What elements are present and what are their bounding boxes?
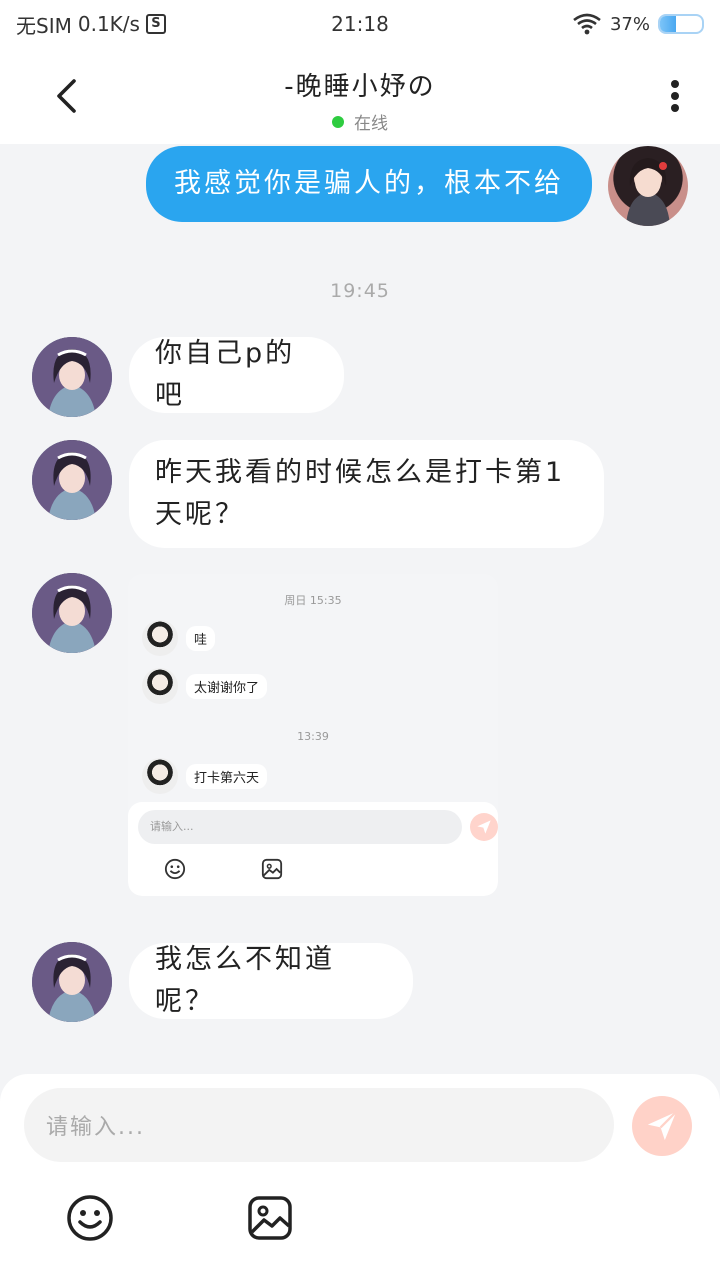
screenshot-row: 太谢谢你了 <box>142 668 268 704</box>
screenshot-avatar <box>142 620 178 656</box>
emoji-button[interactable] <box>66 1194 114 1242</box>
battery-percent: 37% <box>609 13 650 35</box>
contact-message-bubble[interactable]: 昨天我看的时候怎么是打卡第1 天呢？ <box>129 440 604 548</box>
screenshot-input: 请输入... <box>138 810 462 844</box>
contact-name: -晚睡小妤の <box>284 72 436 102</box>
avatar-image <box>32 942 112 1022</box>
send-button[interactable] <box>632 1096 692 1156</box>
screenshot-time: 周日 15:35 <box>284 594 342 607</box>
time-divider: 19:45 <box>330 280 390 302</box>
more-dot-icon <box>671 104 679 112</box>
battery-icon <box>658 14 704 34</box>
status-right: 37% <box>572 13 704 35</box>
screenshot-composer: 请输入... <box>128 802 498 896</box>
message-text: 我感觉你是骗人的，根本不给 <box>174 168 564 199</box>
avatar-image <box>626 158 670 226</box>
wifi-icon <box>573 13 601 35</box>
message-input[interactable]: 请输入... <box>24 1088 614 1162</box>
screenshot-smile-icon <box>164 858 186 880</box>
chat-area[interactable]: 我感觉你是骗人的，根本不给 19:45 你自己p的吧 昨天我看的时候怎么是打卡第… <box>0 144 720 1074</box>
avatar-image <box>32 440 112 520</box>
carrier-label: 无SIM <box>16 13 72 38</box>
screenshot-bubble: 打卡第六天 <box>186 763 268 789</box>
back-button[interactable] <box>44 72 88 120</box>
message-text: 你自己p的吧 <box>155 338 296 411</box>
my-avatar[interactable] <box>608 146 688 226</box>
message-composer: 请输入... <box>0 1074 720 1280</box>
message-text: 我怎么不知道呢？ <box>155 944 335 1017</box>
screenshot-row: 打卡第六天 <box>142 758 268 794</box>
input-placeholder: 请输入... <box>46 1115 145 1140</box>
contact-message-bubble[interactable]: 我怎么不知道呢？ <box>129 943 413 1019</box>
screenshot-send-icon <box>470 813 498 841</box>
online-status: 在线 <box>160 109 560 134</box>
contact-avatar[interactable] <box>32 942 112 1022</box>
send-icon <box>647 1111 677 1141</box>
network-speed: 0.1K/s <box>77 12 140 36</box>
battery-fill <box>660 16 676 32</box>
screenshot-bubble: 太谢谢你了 <box>186 673 268 699</box>
contact-avatar[interactable] <box>32 573 112 653</box>
screenshot-avatar <box>142 758 178 794</box>
my-message-bubble[interactable]: 我感觉你是骗人的，根本不给 <box>146 146 592 222</box>
chevron-left-icon <box>57 79 76 113</box>
contact-avatar[interactable] <box>32 440 112 520</box>
more-dot-icon <box>671 92 679 100</box>
online-status-label: 在线 <box>354 114 388 134</box>
screenshot-image-message[interactable]: 周日 15:35 哇 太谢谢你了 13:39 打卡第六天 请输入... <box>128 574 498 896</box>
online-dot-icon <box>332 115 344 128</box>
contact-message-bubble[interactable]: 你自己p的吧 <box>129 337 344 413</box>
screenshot-row: 哇 <box>142 620 216 656</box>
smile-icon <box>67 1195 113 1241</box>
avatar-image <box>32 337 112 417</box>
more-options-button[interactable] <box>660 76 690 116</box>
message-text-line: 昨天我看的时候怎么是打卡第1 <box>155 457 566 488</box>
s-app-icon: S <box>145 14 166 34</box>
contact-avatar[interactable] <box>32 337 112 417</box>
more-dot-icon <box>671 80 679 88</box>
image-button[interactable] <box>246 1194 294 1242</box>
screenshot-time: 13:39 <box>297 730 329 743</box>
avatar-image <box>32 573 112 653</box>
message-text-line: 天呢？ <box>155 499 245 530</box>
status-left: 无SIM 0.1K/s S <box>16 10 166 39</box>
screenshot-bubble: 哇 <box>186 625 216 651</box>
status-bar: 无SIM 0.1K/s S 21:18 37% <box>0 0 720 48</box>
image-icon <box>248 1196 292 1240</box>
screenshot-image-icon <box>261 858 283 880</box>
screenshot-avatar <box>142 668 178 704</box>
chat-header: -晚睡小妤の 在线 <box>0 48 720 144</box>
header-title-group: -晚睡小妤の 在线 <box>160 66 560 134</box>
